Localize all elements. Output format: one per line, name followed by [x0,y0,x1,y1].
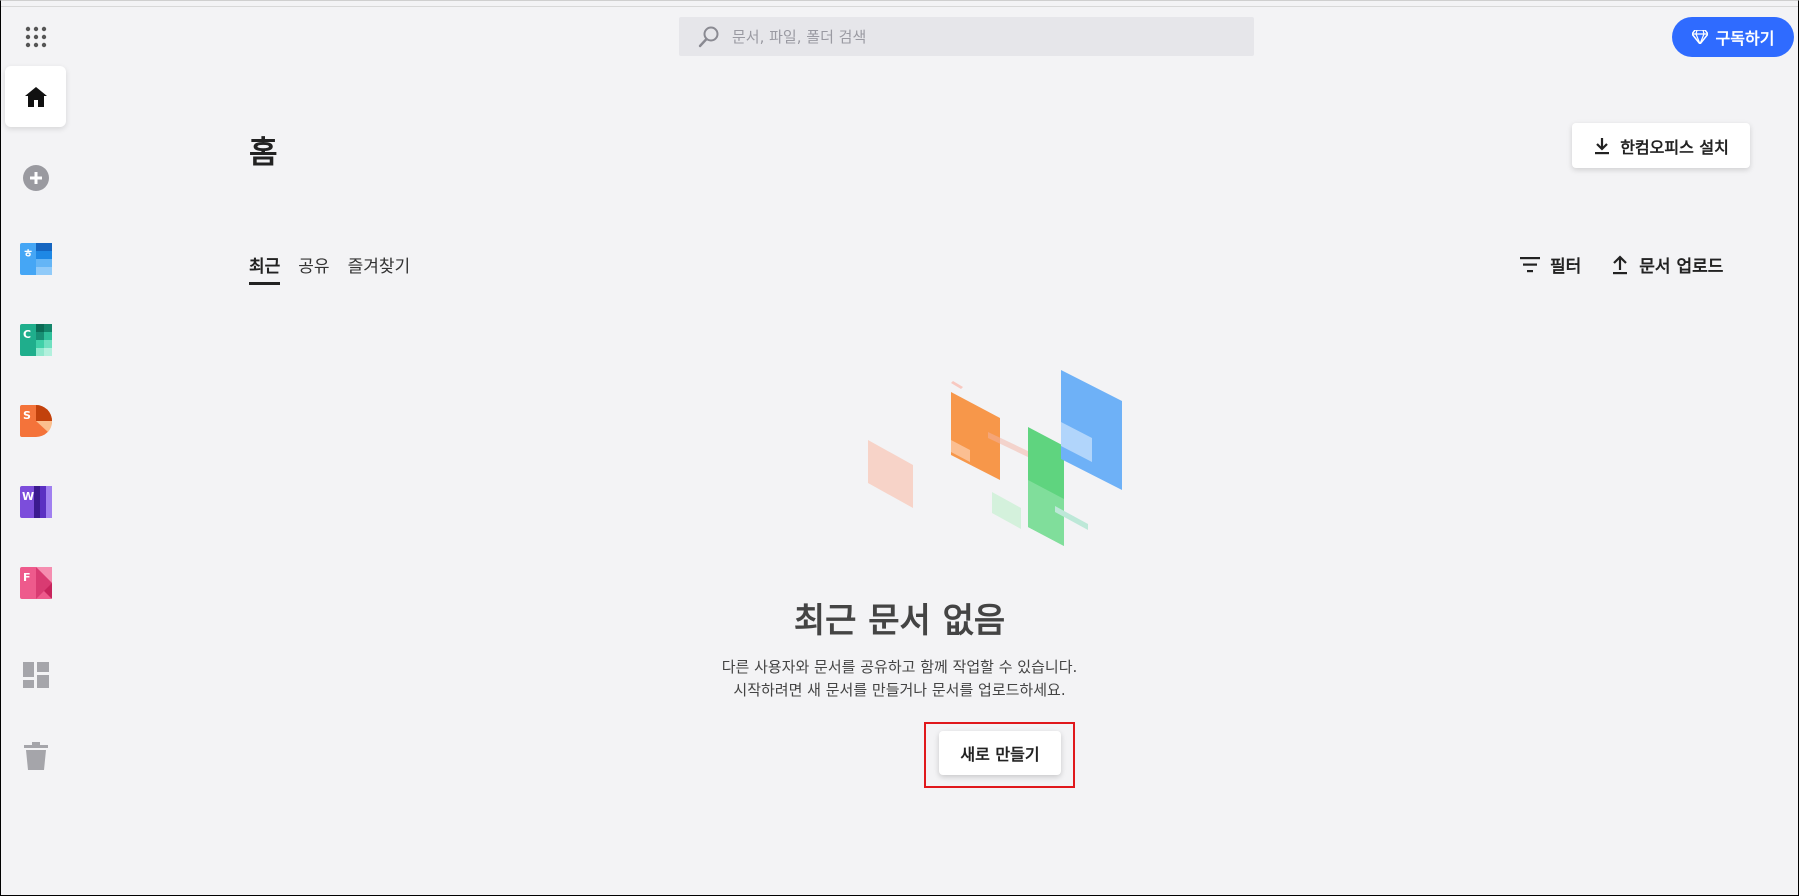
upload-label: 문서 업로드 [1639,257,1724,277]
install-office-button[interactable]: 한컴오피스 설치 [1572,123,1750,168]
install-office-label: 한컴오피스 설치 [1620,137,1729,157]
create-new-button[interactable]: 새로 만들기 [939,731,1061,775]
upload-icon [1613,254,1628,274]
word-app-icon[interactable]: W [5,471,66,532]
docs-app-icon[interactable]: ㅎ [5,228,66,289]
upload-button[interactable]: 문서 업로드 [1611,252,1723,277]
sidebar: ㅎ C S W F [0,0,72,896]
filter-label: 필터 [1550,257,1582,277]
empty-state-illustration [868,370,1122,546]
download-icon [1595,137,1610,154]
svg-text:ㅎ: ㅎ [23,247,33,260]
page-title: 홈 [249,135,278,171]
search-input[interactable] [732,21,1212,52]
filter-icon [1520,256,1540,272]
search-bar [679,17,1254,56]
tab-shared[interactable]: 공유 [298,252,329,282]
home-icon[interactable] [5,66,66,127]
svg-text:F: F [23,571,31,584]
tab-recent[interactable]: 최근 [249,252,281,285]
apps-grid-icon[interactable] [5,6,66,67]
empty-state-title: 최근 문서 없음 [793,601,1006,641]
empty-state-description: 다른 사용자와 문서를 공유하고 함께 작업할 수 있습니다. 시작하려면 새 … [0,656,1799,702]
subscribe-label: 구독하기 [1715,29,1775,48]
search-icon [698,26,719,47]
show-app-icon[interactable]: S [5,390,66,451]
trash-icon[interactable] [5,725,66,786]
empty-state-line-1: 다른 사용자와 문서를 공유하고 함께 작업할 수 있습니다. [721,658,1078,676]
tab-favorites[interactable]: 즐겨찾기 [348,252,411,282]
add-icon[interactable] [5,147,66,208]
subscribe-button[interactable]: 구독하기 [1672,17,1794,57]
svg-text:S: S [23,409,31,422]
calc-app-icon[interactable]: C [5,309,66,370]
empty-state-line-2: 시작하려면 새 문서를 만들거나 문서를 업로드하세요. [733,681,1066,699]
diamond-icon [1691,30,1708,44]
tab-bar: 최근 공유 즐겨찾기 [249,252,411,285]
svg-text:C: C [23,328,31,341]
filter-button[interactable]: 필터 [1520,252,1581,277]
list-toolbar: 필터 문서 업로드 [1520,252,1723,277]
svg-text:W: W [22,490,34,503]
